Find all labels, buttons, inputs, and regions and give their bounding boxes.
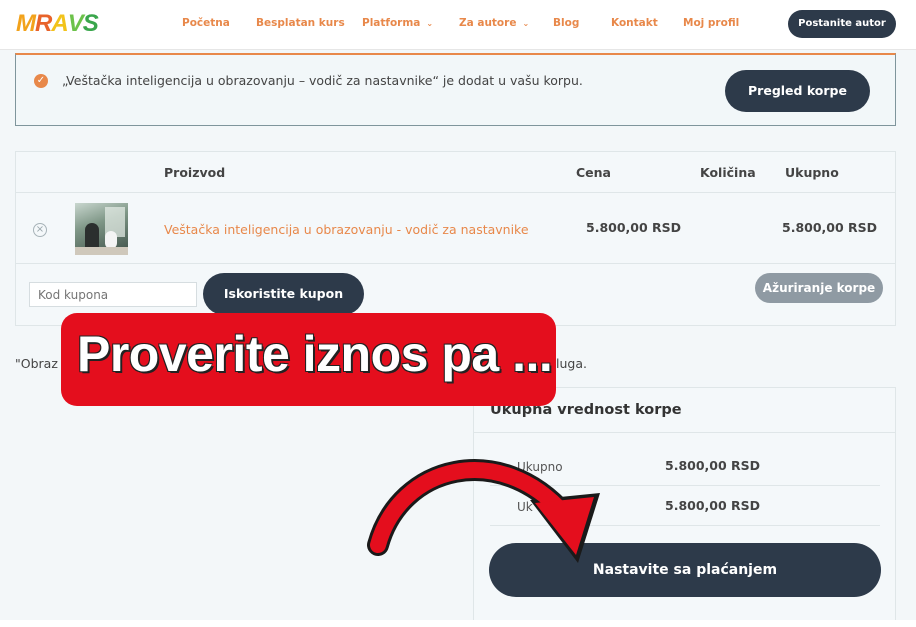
curved-arrow-icon: [367, 459, 600, 563]
nav-item-home[interactable]: Početna: [182, 17, 230, 29]
mravs-logo[interactable]: MRAVS: [16, 10, 99, 37]
column-product: Proizvod: [164, 165, 226, 180]
thumbnail-person: [85, 223, 99, 249]
nav-item-for-authors[interactable]: Za autore ⌄: [459, 17, 529, 29]
nav-label: Početna: [182, 17, 230, 29]
page-bottom-edge: [0, 620, 916, 627]
chevron-down-icon: ⌄: [522, 19, 530, 28]
column-price: Cena: [576, 165, 611, 180]
logo-letter: A: [51, 10, 68, 37]
callout-banner: Proverite iznos pa ...: [61, 313, 556, 406]
product-subtotal: 5.800,00 RSD: [782, 220, 878, 235]
become-author-button[interactable]: Postanite autor: [788, 10, 896, 38]
update-cart-button[interactable]: Ažuriranje korpe: [755, 273, 883, 303]
apply-coupon-button[interactable]: Iskoristite kupon: [203, 273, 364, 315]
nav-label: Platforma: [362, 17, 421, 29]
nav-item-free-course[interactable]: Besplatan kurs: [256, 17, 345, 29]
nav-label: Za autore: [459, 17, 517, 29]
nav-label: Moj profil: [683, 17, 740, 29]
product-link[interactable]: Veštačka inteligencija u obrazovanju - v…: [164, 222, 529, 237]
table-row: × Veštačka inteligencija u obrazovanju -…: [16, 193, 895, 264]
product-price: 5.800,00 RSD: [586, 220, 682, 235]
logo-letter: V: [67, 10, 84, 37]
nav-item-platform[interactable]: Platforma ⌄: [362, 17, 433, 29]
top-navigation: MRAVS Početna Besplatan kurs Platforma ⌄ …: [0, 0, 916, 50]
column-quantity: Količina: [700, 165, 756, 180]
logo-letter: R: [35, 10, 52, 37]
note-text-start: "Obraz: [15, 356, 58, 371]
logo-letter: M: [16, 10, 36, 37]
check-circle-icon: ✓: [34, 74, 48, 88]
callout-text: Proverite iznos pa ...: [77, 326, 553, 382]
thumbnail-desk: [75, 247, 128, 255]
view-cart-button[interactable]: Pregled korpe: [725, 70, 870, 112]
notice-message: „Veštačka inteligencija u obrazovanju – …: [62, 73, 583, 88]
coupon-code-input[interactable]: [29, 282, 197, 307]
nav-item-my-profile[interactable]: Moj profil: [683, 17, 739, 29]
remove-icon[interactable]: ×: [33, 223, 47, 237]
nav-item-blog[interactable]: Blog: [553, 17, 579, 29]
cart-table: Proizvod Cena Količina Ukupno × Veštačka…: [15, 151, 896, 326]
note-text-end: luga.: [556, 356, 587, 371]
logo-letter: S: [82, 10, 99, 37]
nav-label: Kontakt: [611, 17, 658, 29]
table-header: Proizvod Cena Količina Ukupno: [16, 152, 895, 193]
nav-label: Blog: [553, 17, 580, 29]
totals-value: 5.800,00 RSD: [665, 498, 761, 513]
nav-label: Besplatan kurs: [256, 17, 345, 29]
column-subtotal: Ukupno: [785, 165, 839, 180]
added-to-cart-notice: ✓ „Veštačka inteligencija u obrazovanju …: [15, 53, 896, 126]
chevron-down-icon: ⌄: [426, 19, 434, 28]
nav-item-contact[interactable]: Kontakt: [611, 17, 658, 29]
totals-value: 5.800,00 RSD: [665, 458, 761, 473]
product-thumbnail[interactable]: [75, 203, 128, 255]
